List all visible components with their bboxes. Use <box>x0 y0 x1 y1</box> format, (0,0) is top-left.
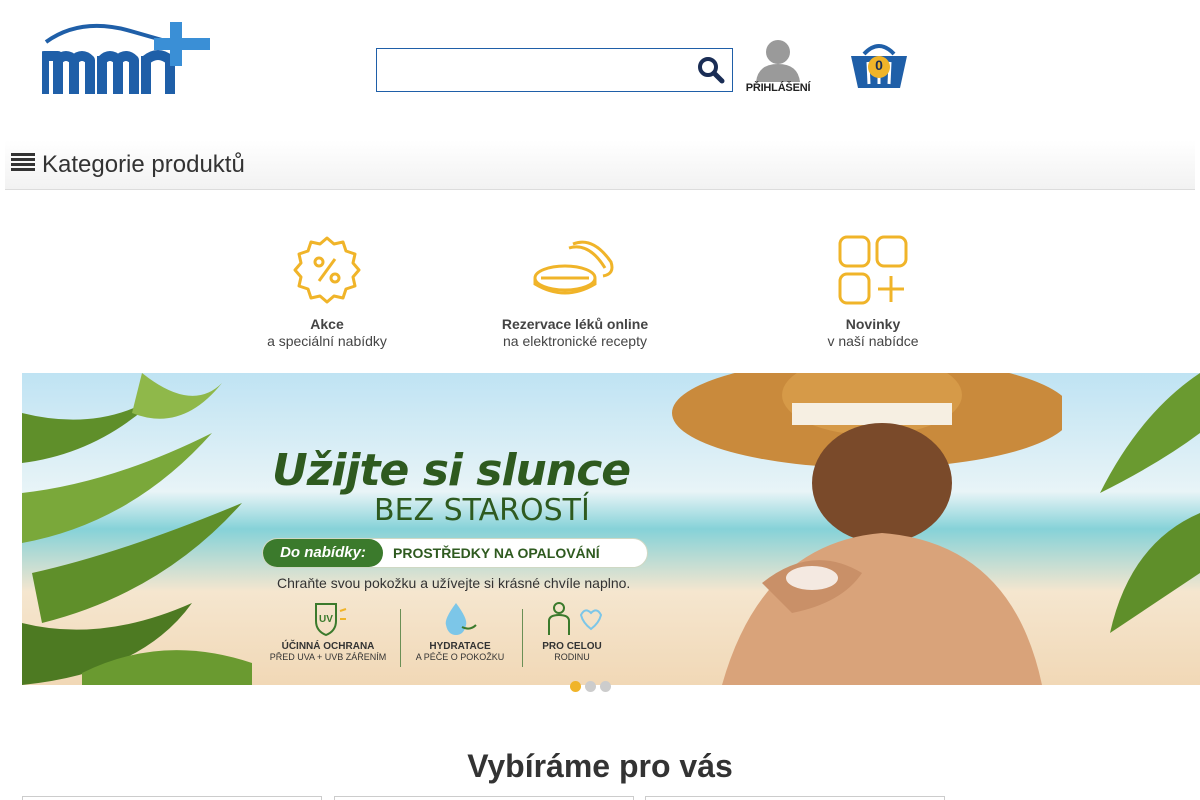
woman-with-hat-image <box>672 373 1062 685</box>
grid-plus-icon <box>838 235 908 305</box>
search-box <box>376 48 733 92</box>
product-card[interactable] <box>22 796 322 800</box>
feature-title: ÚČINNÁ OCHRANA <box>281 641 375 652</box>
tile-title: Akce <box>310 316 344 332</box>
tile-rezervace[interactable]: Rezervace léků online na elektronické re… <box>465 234 685 349</box>
banner-headline: Užijte si slunce <box>272 445 631 496</box>
feature-title: HYDRATACE <box>429 641 491 652</box>
tile-title: Novinky <box>845 316 901 332</box>
cart-count-badge: 0 <box>875 57 883 73</box>
carousel-dots <box>570 679 615 692</box>
carousel-dot-1[interactable] <box>570 681 581 692</box>
cart-button[interactable]: 0 <box>848 40 910 92</box>
pills-icon <box>533 240 614 295</box>
tile-subtitle: na elektronické recepty <box>503 333 647 349</box>
tile-title: Rezervace léků online <box>501 316 649 332</box>
feature-sub: RODINU <box>554 652 590 662</box>
water-drop-icon <box>445 603 477 635</box>
product-card[interactable] <box>645 796 945 800</box>
login-label: PŘIHLÁŠENÍ <box>745 82 811 94</box>
carousel-dot-2[interactable] <box>585 681 596 692</box>
banner-feature: PRO CELOU RODINU <box>512 601 632 662</box>
search-button[interactable] <box>696 55 726 85</box>
search-icon <box>698 57 725 84</box>
login-button[interactable]: PŘIHLÁŠENÍ <box>744 38 812 98</box>
category-menu-label: Kategorie produktů <box>42 151 245 178</box>
banner-feature: HYDRATACE A PÉČE O POKOŽKU <box>400 601 520 662</box>
percent-badge-icon <box>293 236 361 304</box>
feature-sub: PŘED UVA + UVB ZÁŘENÍM <box>269 652 387 662</box>
feature-title: PRO CELOU <box>542 641 602 652</box>
site-logo[interactable] <box>39 20 212 100</box>
banner-note: Chraňte svou pokožku a užívejte si krásn… <box>277 575 631 591</box>
search-input[interactable] <box>377 49 687 91</box>
product-card[interactable] <box>334 796 634 800</box>
svg-text:UV: UV <box>319 614 333 625</box>
user-icon <box>756 40 800 82</box>
banner-cta-label: Do nabídky: <box>263 539 383 567</box>
banner-feature: UV ÚČINNÁ OCHRANA PŘED UVA + UVB ZÁŘENÍM <box>268 601 388 662</box>
tile-subtitle: a speciální nabídky <box>267 333 387 349</box>
family-heart-icon <box>548 602 603 635</box>
promo-banner[interactable]: Užijte si slunce BEZ STAROSTÍ Do nabídky… <box>22 373 1200 685</box>
banner-subline: BEZ STAROSTÍ <box>374 493 590 528</box>
category-menu-toggle[interactable]: Kategorie produktů <box>5 140 1195 190</box>
tile-subtitle: v naší nabídce <box>827 333 919 349</box>
carousel-dot-3[interactable] <box>600 681 611 692</box>
feature-sub: A PÉČE O POKOŽKU <box>415 652 505 662</box>
uv-shield-icon: UV <box>315 603 347 637</box>
tile-akce[interactable]: Akce a speciální nabídky <box>217 234 437 349</box>
page: PŘIHLÁŠENÍ 0 Kategorie produktů Akce a s… <box>0 0 1200 800</box>
palm-leaves-right-image <box>1100 373 1200 633</box>
hamburger-icon <box>11 153 35 173</box>
tile-novinky[interactable]: Novinky v naší nabídce <box>763 234 983 349</box>
banner-cta-text: PROSTŘEDKY NA OPALOVÁNÍ <box>393 545 600 561</box>
banner-cta[interactable]: Do nabídky: PROSTŘEDKY NA OPALOVÁNÍ <box>262 538 648 568</box>
section-title: Vybíráme pro vás <box>467 748 733 784</box>
